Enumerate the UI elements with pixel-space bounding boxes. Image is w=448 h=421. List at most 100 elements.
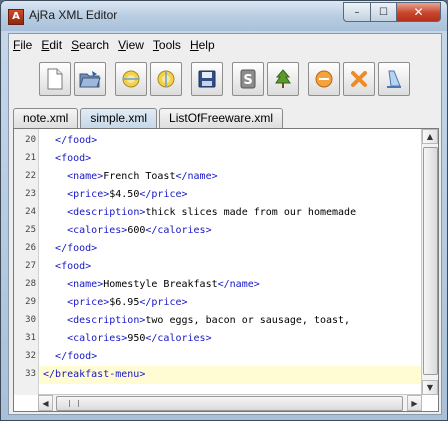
xml-tag: <price> [67, 189, 110, 200]
line-number: 28 [25, 279, 36, 289]
horizontal-scrollbar[interactable]: ◀ ▶ [38, 394, 422, 411]
xml-tag: </price> [139, 297, 188, 308]
editor-panel: 20 21 22 23 24 25 26 27 28 29 30 31 32 33 </food> <fo… [13, 128, 439, 412]
line-number: 29 [25, 297, 36, 307]
xml-tag: </calories> [145, 333, 212, 344]
xml-tag: <name> [67, 171, 104, 182]
vertical-scrollbar[interactable]: ▲ ▼ [421, 129, 438, 395]
app-client-area: File Edit Search View Tools Help S note.… [8, 33, 442, 415]
globe-button[interactable] [115, 62, 147, 96]
tab-simple-xml[interactable]: simple.xml [80, 108, 158, 128]
close-button[interactable]: ✕ [397, 2, 441, 22]
scroll-right-button[interactable]: ▶ [407, 395, 422, 411]
xml-text: thick slices made from our homemade [145, 207, 357, 218]
wizard-icon [387, 70, 401, 88]
code-line: <food> [39, 150, 91, 168]
menu-help[interactable]: Help [190, 36, 215, 56]
code-line: <name>French Toast</name> [39, 168, 218, 186]
code-line: <calories>600</calories> [39, 222, 212, 240]
globe-alt-button[interactable] [150, 62, 182, 96]
xml-text: 600 [127, 225, 146, 236]
code-line: <description>two eggs, bacon or sausage,… [39, 312, 350, 330]
title-bar[interactable]: A AjRa XML Editor – ☐ ✕ [1, 1, 447, 31]
new-document-icon [47, 68, 63, 90]
tree-icon [275, 69, 291, 88]
xml-tag: <food> [55, 153, 92, 164]
line-number: 32 [25, 351, 36, 361]
s-button[interactable]: S [232, 62, 264, 96]
code-line: </food> [39, 132, 97, 150]
line-number: 31 [25, 333, 36, 343]
line-number: 24 [25, 207, 36, 217]
save-floppy-icon [198, 70, 216, 88]
xml-tag: </food> [55, 135, 98, 146]
code-line: <calories>950</calories> [39, 330, 212, 348]
line-number: 23 [25, 189, 36, 199]
xml-tag: </name> [217, 279, 260, 290]
scroll-up-button[interactable]: ▲ [422, 129, 438, 144]
globe-icon [122, 70, 140, 88]
xml-tag: <food> [55, 261, 92, 272]
save-button[interactable] [191, 62, 223, 96]
tab-note-xml[interactable]: note.xml [13, 108, 79, 128]
close-x-icon [351, 71, 367, 87]
tree-button[interactable] [267, 62, 299, 96]
xml-tag: <description> [67, 315, 146, 326]
window-controls: – ☐ ✕ [343, 2, 441, 22]
line-number: 30 [25, 315, 36, 325]
document-tabs: note.xml simple.xml ListOfFreeware.xml [13, 108, 285, 128]
validate-button[interactable] [308, 62, 340, 96]
code-line: </food> [39, 240, 97, 258]
code-line: <price>$4.50</price> [39, 186, 188, 204]
line-number: 22 [25, 171, 36, 181]
minimize-button[interactable]: – [343, 2, 371, 22]
horizontal-scroll-thumb[interactable] [56, 396, 403, 411]
toolbar: S [39, 58, 439, 100]
line-number: 33 [25, 369, 36, 379]
xml-tag: </breakfast-menu> [43, 369, 146, 380]
xml-tag: </calories> [145, 225, 212, 236]
xml-tag: <name> [67, 279, 104, 290]
xml-tag: <price> [67, 297, 110, 308]
xml-text: French Toast [103, 171, 176, 182]
menu-file[interactable]: File [13, 36, 32, 56]
code-line: <description>thick slices made from our … [39, 204, 356, 222]
line-number: 27 [25, 261, 36, 271]
vertical-scroll-thumb[interactable] [423, 147, 438, 375]
scroll-left-button[interactable]: ◀ [38, 395, 53, 411]
xml-text: $4.50 [109, 189, 140, 200]
menu-edit[interactable]: Edit [41, 36, 62, 56]
open-folder-button[interactable] [74, 62, 106, 96]
xml-tag: <calories> [67, 333, 128, 344]
line-number: 21 [25, 153, 36, 163]
new-document-button[interactable] [39, 62, 71, 96]
s-icon: S [240, 69, 256, 89]
maximize-button[interactable]: ☐ [371, 2, 397, 22]
code-line: </food> [39, 348, 97, 366]
xml-text: $6.95 [109, 297, 140, 308]
menu-search[interactable]: Search [71, 36, 109, 56]
code-editor[interactable]: </food> <food> <name>French Toast</name>… [39, 129, 421, 395]
window-title: AjRa XML Editor [29, 8, 118, 22]
code-line: <food> [39, 258, 91, 276]
code-line: <price>$6.95</price> [39, 294, 188, 312]
wizard-button[interactable] [378, 62, 410, 96]
menu-view[interactable]: View [118, 36, 144, 56]
tab-listoffreeware-xml[interactable]: ListOfFreeware.xml [159, 108, 284, 128]
svg-text:S: S [243, 73, 252, 88]
xml-tag: </food> [55, 243, 98, 254]
scroll-down-button[interactable]: ▼ [422, 380, 438, 395]
menu-bar: File Edit Search View Tools Help [9, 36, 220, 56]
close-document-button[interactable] [343, 62, 375, 96]
open-folder-icon [79, 71, 101, 88]
xml-tag: </price> [139, 189, 188, 200]
app-logo-icon: A [8, 9, 24, 25]
xml-text: two eggs, bacon or sausage, toast, [145, 315, 351, 326]
code-line: </breakfast-menu> [39, 366, 421, 384]
menu-tools[interactable]: Tools [153, 36, 181, 56]
xml-tag: </food> [55, 351, 98, 362]
scroll-grip [69, 400, 79, 407]
xml-tag: <calories> [67, 225, 128, 236]
line-number: 26 [25, 243, 36, 253]
line-number-gutter: 20 21 22 23 24 25 26 27 28 29 30 31 32 33 [14, 129, 39, 395]
